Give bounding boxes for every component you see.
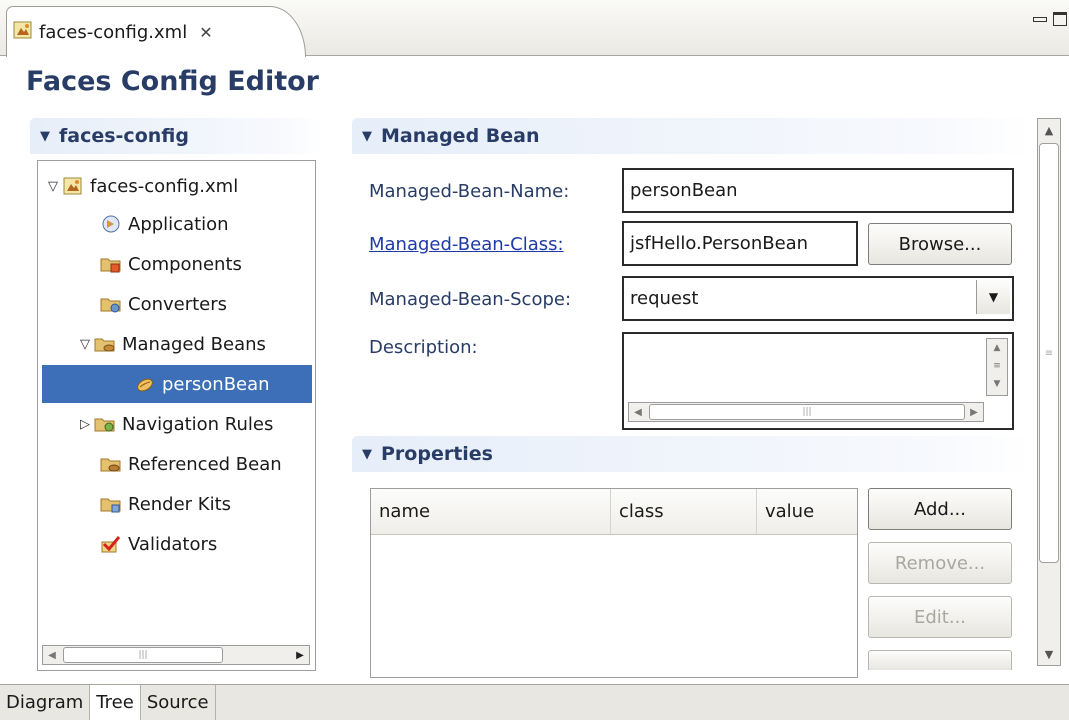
scrollbar-thumb[interactable]: ≡ <box>1039 143 1059 563</box>
tree-item-label: Application <box>128 213 229 235</box>
scrollbar-thumb[interactable]: ||| <box>63 647 223 663</box>
properties-table-header: name class value <box>371 489 857 535</box>
expand-twisty-icon[interactable]: ▽ <box>76 337 94 352</box>
converters-folder-icon <box>100 294 122 314</box>
scroll-grip-icon[interactable]: ≡ <box>987 357 1007 375</box>
tree-horizontal-scrollbar[interactable]: ◀ ||| ▶ <box>42 645 310 665</box>
collapse-triangle-icon[interactable]: ▼ <box>362 447 372 462</box>
managed-bean-name-label: Managed-Bean-Name: <box>369 181 570 202</box>
browse-button[interactable]: Browse... <box>868 223 1012 265</box>
managed-bean-section-header[interactable]: ▼ Managed Bean <box>352 118 1032 154</box>
editor-tab-faces-config[interactable]: faces-config.xml ✕ <box>6 6 306 57</box>
tab-diagram[interactable]: Diagram <box>0 685 91 720</box>
description-vertical-scrollbar[interactable]: ▲ ≡ ▼ <box>986 338 1008 396</box>
scrollbar-thumb[interactable]: ||| <box>649 404 965 420</box>
managed-bean-section-title: Managed Bean <box>381 125 540 147</box>
minimize-icon[interactable] <box>1033 17 1047 22</box>
description-label: Description: <box>369 337 478 358</box>
scroll-left-icon[interactable]: ◀ <box>629 403 647 421</box>
scroll-left-icon[interactable]: ◀ <box>43 646 61 664</box>
tree-item-label: Managed Beans <box>122 333 266 355</box>
tree-item-label: faces-config.xml <box>90 175 239 197</box>
editor-tab-strip: faces-config.xml ✕ <box>0 0 1069 57</box>
scroll-right-icon[interactable]: ▶ <box>291 646 309 664</box>
scroll-right-icon[interactable]: ▶ <box>965 403 983 421</box>
tree-item-label: Components <box>128 253 242 275</box>
tree-item-label: Render Kits <box>128 493 232 515</box>
tree-item-label: Navigation Rules <box>122 413 274 435</box>
tree-item-label: personBean <box>162 373 270 395</box>
close-icon[interactable]: ✕ <box>199 23 212 42</box>
scroll-up-icon[interactable]: ▲ <box>987 339 1007 357</box>
validators-icon <box>100 534 122 554</box>
tree-item-person-bean[interactable]: personBean <box>42 365 312 403</box>
tree-item-label: Converters <box>128 293 228 315</box>
tree-item-label: Referenced Bean <box>128 453 282 475</box>
description-textarea[interactable]: ▲ ≡ ▼ ◀ ||| ▶ <box>622 332 1014 430</box>
edit-property-button[interactable]: Edit... <box>868 596 1012 638</box>
managed-bean-scope-label: Managed-Bean-Scope: <box>369 289 572 310</box>
application-icon <box>100 214 122 234</box>
xml-file-icon <box>13 20 33 45</box>
scroll-down-icon[interactable]: ▼ <box>987 375 1007 393</box>
add-property-button[interactable]: Add... <box>868 488 1012 530</box>
tab-tree[interactable]: Tree <box>90 685 141 720</box>
remove-property-button[interactable]: Remove... <box>868 542 1012 584</box>
scroll-down-icon[interactable]: ▼ <box>1038 643 1060 665</box>
managed-bean-class-input[interactable]: jsfHello.PersonBean <box>622 221 858 266</box>
editor-page-tabs: Diagram Tree Source <box>0 684 1069 720</box>
properties-section-header[interactable]: ▼ Properties <box>352 436 1032 472</box>
window-controls <box>1033 12 1067 26</box>
faces-config-tree[interactable]: ▽ faces-config.xml Application Component… <box>37 160 316 671</box>
properties-table[interactable]: name class value <box>370 488 858 678</box>
editor-tab-label: faces-config.xml <box>39 21 188 43</box>
managed-bean-scope-select[interactable]: request ▼ <box>622 276 1014 321</box>
tree-item-components[interactable]: Components <box>100 245 242 283</box>
properties-section-title: Properties <box>381 443 493 465</box>
maximize-icon[interactable] <box>1053 12 1067 26</box>
tab-source[interactable]: Source <box>141 685 216 720</box>
collapse-triangle-icon[interactable]: ▼ <box>362 129 372 144</box>
tree-item-converters[interactable]: Converters <box>100 285 227 323</box>
scroll-up-icon[interactable]: ▲ <box>1038 119 1060 141</box>
tree-item-application[interactable]: Application <box>100 205 229 243</box>
faces-config-section-title: faces-config <box>59 125 189 147</box>
scope-selected-value: request <box>630 288 699 309</box>
collapsed-twisty-icon[interactable]: ▷ <box>76 417 94 432</box>
tree-item-referenced-bean[interactable]: Referenced Bean <box>100 445 282 483</box>
collapse-triangle-icon[interactable]: ▼ <box>40 129 50 144</box>
description-horizontal-scrollbar[interactable]: ◀ ||| ▶ <box>628 402 984 422</box>
chevron-down-icon[interactable]: ▼ <box>976 280 1010 314</box>
expand-twisty-icon[interactable]: ▽ <box>44 179 62 194</box>
tree-item-faces-config-xml[interactable]: ▽ faces-config.xml <box>44 167 238 205</box>
faces-config-section-header[interactable]: ▼ faces-config <box>30 118 322 154</box>
column-header-value[interactable]: value <box>757 489 857 534</box>
xml-file-icon <box>62 176 84 196</box>
tree-item-validators[interactable]: Validators <box>100 525 217 563</box>
render-kits-folder-icon <box>100 494 122 514</box>
editor-vertical-scrollbar[interactable]: ▲ ≡ ▼ <box>1037 118 1061 666</box>
bean-icon <box>134 374 156 394</box>
tree-item-render-kits[interactable]: Render Kits <box>100 485 231 523</box>
column-header-class[interactable]: class <box>611 489 757 534</box>
column-header-name[interactable]: name <box>371 489 611 534</box>
editor-title: Faces Config Editor <box>26 66 319 97</box>
tree-item-managed-beans[interactable]: ▽ Managed Beans <box>76 325 266 363</box>
navigation-folder-icon <box>94 414 116 434</box>
managed-beans-folder-icon <box>94 334 116 354</box>
tree-item-label: Validators <box>128 533 218 555</box>
managed-bean-class-link[interactable]: Managed-Bean-Class: <box>369 234 564 255</box>
referenced-bean-folder-icon <box>100 454 122 474</box>
components-folder-icon <box>100 254 122 274</box>
managed-bean-name-input[interactable]: personBean <box>622 168 1014 213</box>
move-property-button[interactable] <box>868 650 1012 670</box>
tree-item-navigation-rules[interactable]: ▷ Navigation Rules <box>76 405 273 443</box>
